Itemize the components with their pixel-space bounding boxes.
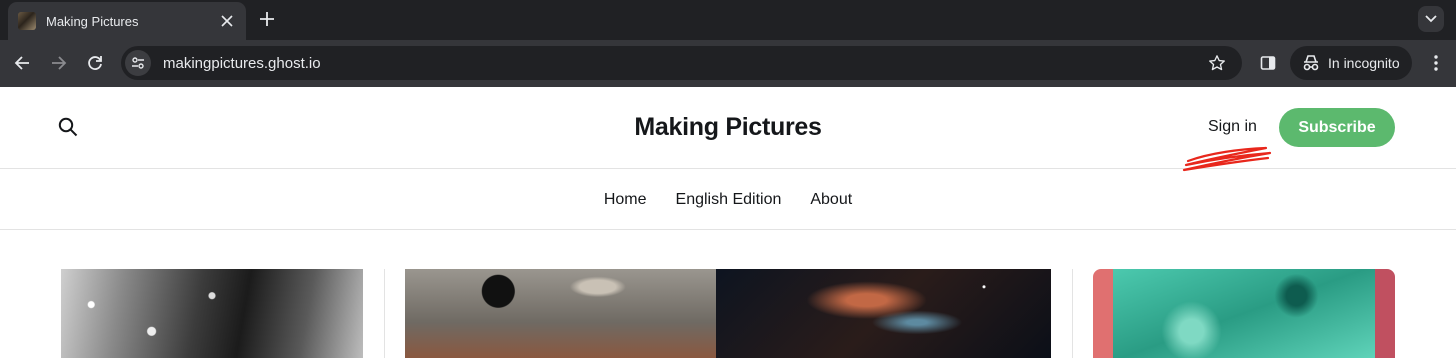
red-scribble-annotation	[1182, 146, 1272, 172]
post-image-collage-left[interactable]	[405, 269, 716, 358]
url-text[interactable]: makingpictures.ghost.io	[163, 55, 1202, 72]
teal-photo-inner	[1113, 269, 1375, 358]
post-image-teal-photo[interactable]	[1093, 269, 1395, 358]
site-favicon-icon	[18, 12, 36, 30]
side-panel-button[interactable]	[1256, 51, 1280, 75]
nav-home[interactable]: Home	[604, 191, 647, 209]
post-feed	[0, 230, 1456, 358]
nav-about[interactable]: About	[810, 191, 852, 209]
reload-button[interactable]	[83, 51, 107, 75]
reload-icon	[88, 56, 102, 70]
back-arrow-icon	[14, 56, 29, 70]
side-panel-icon	[1260, 56, 1276, 70]
address-bar[interactable]: makingpictures.ghost.io	[121, 46, 1242, 80]
forward-button[interactable]	[47, 51, 71, 75]
kebab-menu-icon	[1434, 55, 1438, 71]
incognito-icon	[1303, 55, 1319, 71]
browser-menu-button[interactable]	[1424, 51, 1448, 75]
subscribe-button[interactable]: Subscribe	[1279, 108, 1395, 147]
incognito-label: In incognito	[1328, 55, 1400, 71]
new-tab-button[interactable]	[256, 8, 278, 30]
browser-tab[interactable]: Making Pictures	[8, 2, 246, 40]
star-icon	[1209, 55, 1225, 71]
site-info-button[interactable]	[125, 50, 151, 76]
bookmark-star-button[interactable]	[1202, 48, 1232, 78]
browser-toolbar: makingpictures.ghost.io In incognito	[0, 40, 1456, 87]
back-button[interactable]	[10, 51, 34, 75]
close-tab-icon[interactable]	[218, 12, 236, 30]
tune-icon	[132, 57, 144, 69]
incognito-indicator[interactable]: In incognito	[1290, 46, 1412, 80]
sign-in-link[interactable]: Sign in	[1208, 118, 1257, 136]
post-image-nebula[interactable]	[716, 269, 1051, 358]
site-nav: Home English Edition About	[0, 170, 1456, 230]
post-image-flowers[interactable]	[61, 269, 363, 358]
tab-search-button[interactable]	[1418, 6, 1444, 32]
card-divider	[1072, 269, 1073, 358]
browser-tab-strip: Making Pictures	[0, 0, 1456, 40]
site-header: Making Pictures Sign in Subscribe	[0, 87, 1456, 172]
tab-title: Making Pictures	[46, 13, 139, 29]
forward-arrow-icon	[52, 56, 67, 70]
nav-english-edition[interactable]: English Edition	[676, 191, 782, 209]
card-divider	[384, 269, 385, 358]
